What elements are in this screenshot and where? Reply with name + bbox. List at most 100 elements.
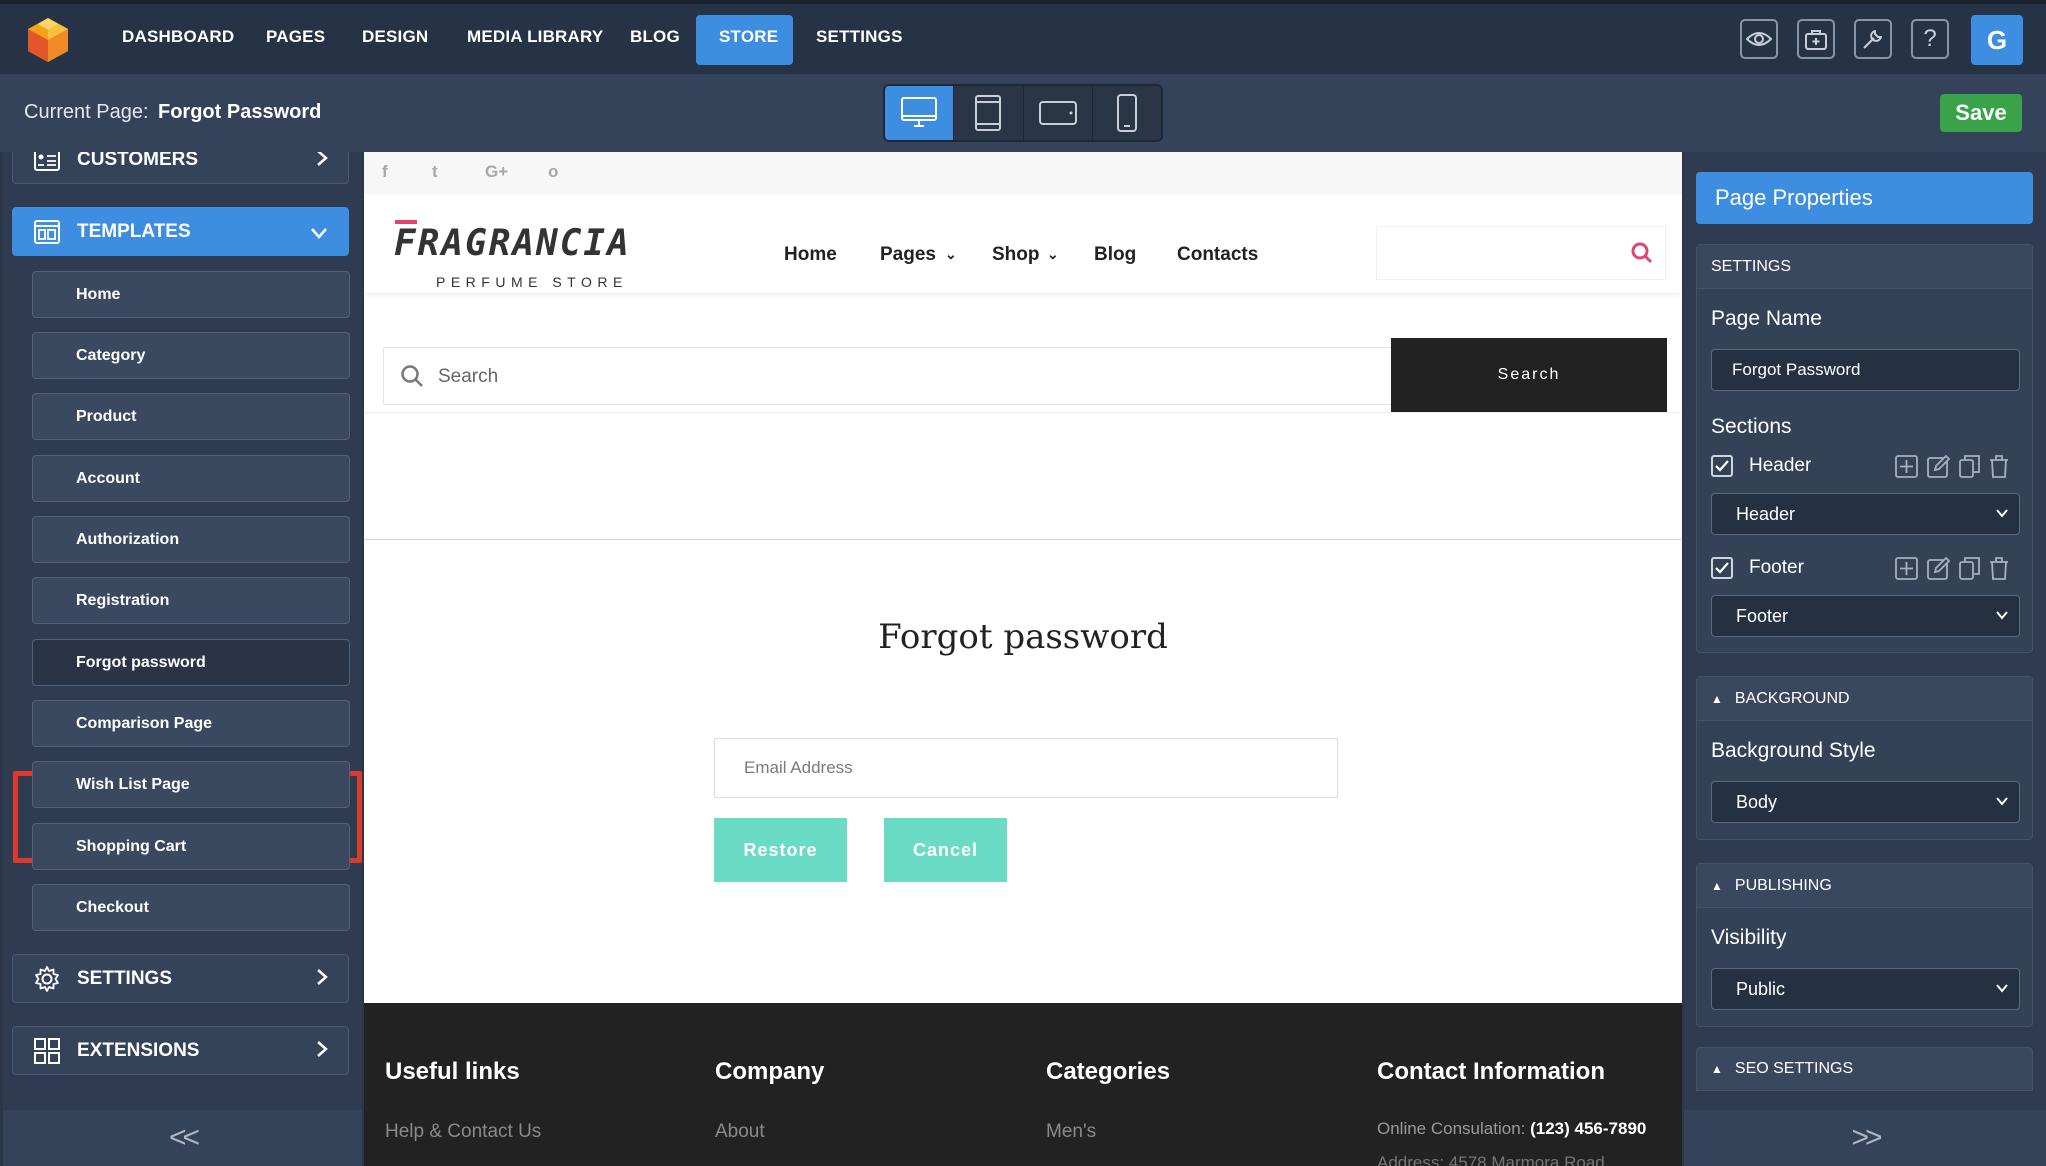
user-avatar[interactable]: G bbox=[1971, 15, 2023, 65]
search-button[interactable]: Search bbox=[1391, 338, 1667, 412]
nav-settings[interactable]: SETTINGS bbox=[816, 27, 903, 47]
left-sidebar: CUSTOMERS TEMPLATES Home Category Produc… bbox=[3, 152, 362, 1166]
chevron-right-icon bbox=[316, 1038, 328, 1064]
background-card: ▲ BACKGROUND Background Style Body bbox=[1696, 676, 2033, 840]
trash-icon[interactable] bbox=[1989, 557, 2009, 580]
eye-icon[interactable] bbox=[1740, 19, 1778, 59]
site-nav-contacts[interactable]: Contacts bbox=[1177, 244, 1258, 266]
nav-design[interactable]: DESIGN bbox=[362, 27, 428, 47]
tablet-portrait-view-button[interactable] bbox=[954, 86, 1024, 140]
footer-link-help[interactable]: Help & Contact Us bbox=[385, 1121, 541, 1143]
footer-link-mens[interactable]: Men's bbox=[1046, 1121, 1096, 1143]
email-field[interactable]: Email Address bbox=[714, 738, 1338, 798]
nav-media-library[interactable]: MEDIA LIBRARY bbox=[467, 27, 603, 47]
template-item-wish-list-page[interactable]: Wish List Page bbox=[32, 761, 350, 808]
template-item-shopping-cart[interactable]: Shopping Cart bbox=[32, 823, 350, 870]
template-item-product[interactable]: Product bbox=[32, 393, 350, 440]
wrench-icon[interactable] bbox=[1854, 19, 1892, 59]
header-section-select[interactable]: Header bbox=[1711, 493, 2020, 535]
site-nav-blog[interactable]: Blog bbox=[1094, 244, 1136, 266]
footer-section-select[interactable]: Footer bbox=[1711, 595, 2020, 637]
site-nav-pages[interactable]: Pages bbox=[880, 244, 936, 266]
template-item-account[interactable]: Account bbox=[32, 455, 350, 502]
device-preview-switcher bbox=[883, 84, 1163, 142]
background-head-label: BACKGROUND bbox=[1734, 689, 1850, 707]
facebook-icon[interactable]: f bbox=[382, 162, 388, 182]
add-icon[interactable] bbox=[1895, 557, 1918, 580]
template-item-registration[interactable]: Registration bbox=[32, 577, 350, 624]
desktop-view-button[interactable] bbox=[885, 86, 955, 140]
sidebar-section-extensions[interactable]: EXTENSIONS bbox=[12, 1026, 349, 1075]
site-nav-home[interactable]: Home bbox=[784, 244, 837, 266]
current-page-label: Current Page: bbox=[24, 101, 149, 123]
current-page-value: Forgot Password bbox=[158, 101, 322, 123]
contact-label: Online Consulation: bbox=[1377, 1119, 1526, 1138]
add-icon[interactable] bbox=[1895, 455, 1918, 478]
footer-contact-line: Online Consulation: (123) 456-7890 bbox=[1377, 1119, 1646, 1139]
templates-label: TEMPLATES bbox=[77, 220, 191, 242]
sidebar-section-customers[interactable]: CUSTOMERS bbox=[12, 152, 349, 184]
help-icon[interactable]: ? bbox=[1911, 19, 1949, 59]
customers-icon bbox=[34, 152, 60, 171]
search-icon bbox=[401, 365, 423, 387]
mobile-view-button[interactable] bbox=[1093, 86, 1161, 140]
sidebar-section-templates[interactable]: TEMPLATES bbox=[12, 207, 349, 256]
collapse-right-panel-button[interactable]: >> bbox=[1684, 1110, 2046, 1166]
bag-icon[interactable] bbox=[1797, 19, 1835, 59]
instagram-icon[interactable]: o bbox=[548, 162, 558, 182]
save-button[interactable]: Save bbox=[1940, 94, 2022, 132]
triangle-up-icon: ▲ bbox=[1711, 691, 1723, 706]
seo-settings-header[interactable]: ▲ SEO SETTINGS bbox=[1696, 1047, 2033, 1091]
restore-button[interactable]: Restore bbox=[714, 818, 847, 882]
footer-section-select-value: Footer bbox=[1736, 605, 1789, 626]
edit-icon[interactable] bbox=[1927, 455, 1950, 478]
template-item-authorization[interactable]: Authorization bbox=[32, 516, 350, 563]
site-footer: Useful links Company Categories Contact … bbox=[364, 1003, 1682, 1166]
template-item-checkout[interactable]: Checkout bbox=[32, 884, 350, 931]
settings-card-header[interactable]: SETTINGS bbox=[1697, 245, 2032, 289]
extensions-label: EXTENSIONS bbox=[77, 1039, 200, 1061]
header-section-checkbox[interactable] bbox=[1711, 455, 1733, 477]
template-item-home[interactable]: Home bbox=[32, 271, 350, 318]
cancel-button[interactable]: Cancel bbox=[884, 818, 1007, 882]
edit-icon[interactable] bbox=[1927, 557, 1950, 580]
publishing-head-label: PUBLISHING bbox=[1734, 876, 1832, 894]
site-nav-shop[interactable]: Shop bbox=[992, 244, 1040, 266]
checkmark-icon bbox=[1715, 460, 1729, 472]
background-card-header[interactable]: ▲ BACKGROUND bbox=[1697, 677, 2032, 721]
visibility-select[interactable]: Public bbox=[1711, 968, 2020, 1010]
duplicate-icon[interactable] bbox=[1959, 455, 1980, 478]
mobile-icon bbox=[1116, 94, 1137, 132]
page-name-input[interactable]: Forgot Password bbox=[1711, 349, 2020, 391]
publishing-card: ▲ PUBLISHING Visibility Public bbox=[1696, 863, 2033, 1027]
page-properties-title: Page Properties bbox=[1696, 172, 2033, 224]
nav-dashboard[interactable]: DASHBOARD bbox=[122, 27, 234, 47]
search-placeholder: Search bbox=[438, 366, 499, 387]
footer-section-checkbox[interactable] bbox=[1711, 557, 1733, 579]
tablet-landscape-view-button[interactable] bbox=[1024, 86, 1093, 140]
chevron-down-icon bbox=[1996, 509, 2008, 518]
tablet-landscape-icon bbox=[1038, 101, 1077, 125]
header-search-field[interactable] bbox=[1376, 226, 1666, 280]
sidebar-section-settings[interactable]: SETTINGS bbox=[12, 954, 349, 1003]
nav-store[interactable]: STORE bbox=[719, 27, 778, 47]
triangle-up-icon: ▲ bbox=[1711, 878, 1723, 893]
publishing-card-header[interactable]: ▲ PUBLISHING bbox=[1697, 864, 2032, 908]
collapse-left-panel-button[interactable]: << bbox=[3, 1110, 362, 1166]
duplicate-icon[interactable] bbox=[1959, 557, 1980, 580]
divider bbox=[364, 539, 1682, 540]
footer-link-about[interactable]: About bbox=[715, 1121, 765, 1143]
nav-blog[interactable]: BLOG bbox=[630, 27, 680, 47]
template-item-category[interactable]: Category bbox=[32, 332, 350, 379]
template-item-forgot-password[interactable]: Forgot password bbox=[32, 639, 350, 686]
google-plus-icon[interactable]: G+ bbox=[485, 162, 508, 182]
twitter-icon[interactable]: t bbox=[432, 162, 438, 182]
background-style-select[interactable]: Body bbox=[1711, 781, 2020, 823]
app-logo-icon[interactable] bbox=[22, 14, 74, 66]
trash-icon[interactable] bbox=[1989, 455, 2009, 478]
search-input[interactable]: Search bbox=[383, 347, 1391, 405]
brand-name[interactable]: FRAGRANCIA bbox=[394, 223, 631, 264]
chevron-right-icon bbox=[316, 152, 328, 173]
nav-pages[interactable]: PAGES bbox=[266, 27, 325, 47]
template-item-comparison-page[interactable]: Comparison Page bbox=[32, 700, 350, 747]
